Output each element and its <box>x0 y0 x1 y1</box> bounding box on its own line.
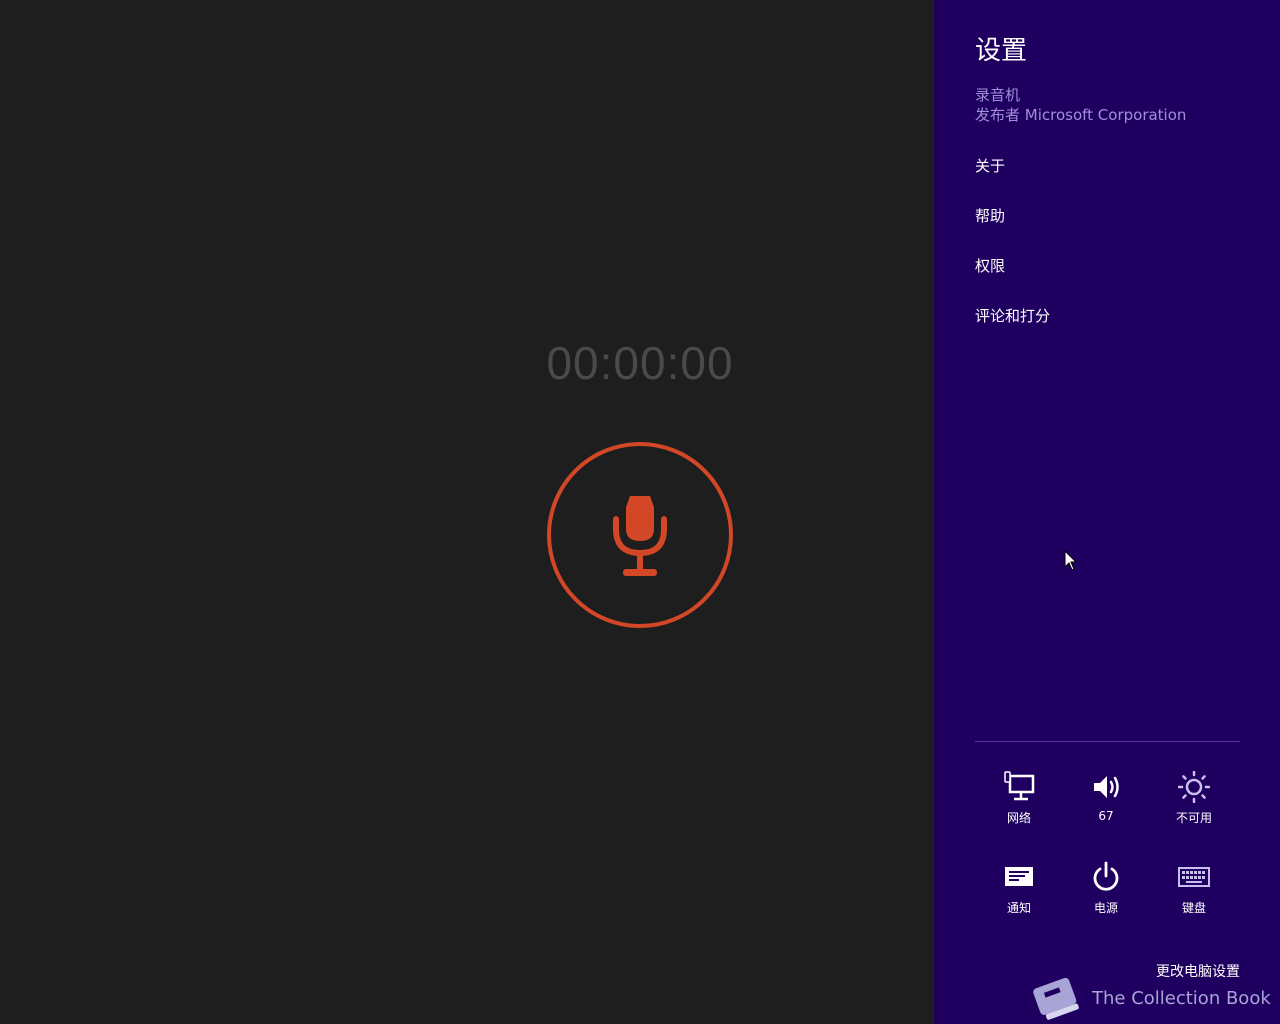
settings-title: 设置 <box>975 36 1028 66</box>
brightness-icon <box>1178 771 1210 803</box>
divider <box>975 741 1240 742</box>
power-label: 电源 <box>1093 901 1118 915</box>
notifications-label: 通知 <box>1006 901 1031 915</box>
notifications-tile[interactable]: 通知 <box>979 861 1059 931</box>
brightness-label: 不可用 <box>1175 811 1212 825</box>
recording-timer: 00:00:00 <box>546 337 734 389</box>
settings-charm-panel: 设置 录音机 发布者 Microsoft Corporation 关于 帮助 权… <box>934 0 1280 1024</box>
menu-item-rate-and-review[interactable]: 评论和打分 <box>975 305 1050 326</box>
network-tile[interactable]: 网络 <box>979 771 1059 841</box>
notifications-icon <box>1005 867 1033 886</box>
volume-level-label: 67 <box>1098 809 1114 823</box>
network-label: 网络 <box>1006 811 1031 825</box>
keyboard-icon <box>1178 867 1210 887</box>
record-button[interactable] <box>546 441 734 629</box>
power-icon <box>1093 861 1119 891</box>
keyboard-label: 键盘 <box>1181 901 1206 915</box>
app-name: 录音机 <box>975 86 1021 104</box>
menu-item-about[interactable]: 关于 <box>975 155 1005 176</box>
menu-item-help[interactable]: 帮助 <box>975 205 1005 226</box>
book-icon <box>1033 977 1079 1020</box>
microphone-icon <box>547 442 733 628</box>
watermark: The Collection Book <box>1028 972 1278 1022</box>
brightness-tile[interactable]: 不可用 <box>1154 771 1234 841</box>
keyboard-tile[interactable]: 键盘 <box>1154 861 1234 931</box>
screen: 00:00:00 设置 录音机 发布者 Microsoft Corporatio… <box>0 0 1280 1024</box>
volume-icon <box>1094 776 1119 798</box>
watermark-text: The Collection Book <box>1092 988 1271 1009</box>
cursor-icon <box>1064 549 1078 571</box>
power-tile[interactable]: 电源 <box>1066 861 1146 931</box>
publisher-label: 发布者 Microsoft Corporation <box>975 106 1187 124</box>
voice-recorder-app: 00:00:00 <box>0 0 934 1024</box>
mouse-cursor <box>1064 549 1078 576</box>
volume-tile[interactable]: 67 <box>1066 771 1146 841</box>
network-icon <box>1004 771 1035 801</box>
menu-item-permissions[interactable]: 权限 <box>975 255 1005 276</box>
